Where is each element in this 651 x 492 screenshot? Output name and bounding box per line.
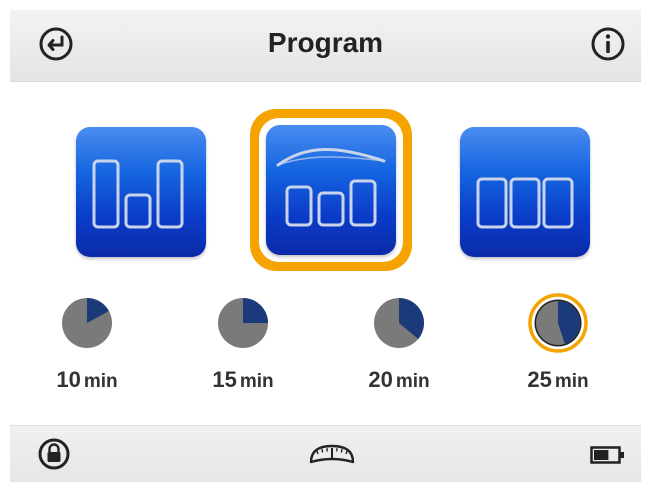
page-title: Program: [267, 27, 384, 58]
timer-unit: min: [239, 371, 274, 392]
constant-program-icon: [476, 177, 574, 229]
timer-pie-slice: [243, 298, 268, 323]
timer-25-min[interactable]: 25 min: [498, 293, 618, 403]
timer-pie-icon: [528, 293, 588, 353]
footer-bar: [10, 425, 641, 482]
info-icon[interactable]: [590, 26, 626, 62]
wave-program-icon: [276, 147, 386, 227]
timer-value: 25: [527, 367, 552, 392]
timer-20-min[interactable]: 20 min: [339, 293, 459, 403]
timer-value: 20: [368, 367, 393, 392]
timer-pie-icon: [218, 298, 268, 348]
steps-program-icon: [92, 159, 184, 229]
timer-pie-icon: [374, 298, 425, 348]
header-bar: Program: [10, 10, 641, 82]
battery-icon: [590, 446, 624, 464]
timer-value: 15: [212, 367, 237, 392]
scale-gauge-icon[interactable]: [307, 440, 357, 468]
timer-unit: min: [554, 371, 589, 392]
timer-10-min[interactable]: 10 min: [27, 293, 147, 403]
timer-15-min[interactable]: 15 min: [183, 293, 303, 403]
timer-unit: min: [83, 371, 118, 392]
timer-unit: min: [395, 371, 430, 392]
timer-value: 10: [56, 367, 81, 392]
program-steps-button[interactable]: [76, 127, 206, 257]
program-wave-button[interactable]: [266, 125, 396, 255]
timer-pie-icon: [62, 298, 112, 348]
lock-icon[interactable]: [37, 437, 71, 471]
program-constant-button[interactable]: [460, 127, 590, 257]
screen: Program 10 min 15 min 20 min 25 min: [10, 10, 641, 482]
